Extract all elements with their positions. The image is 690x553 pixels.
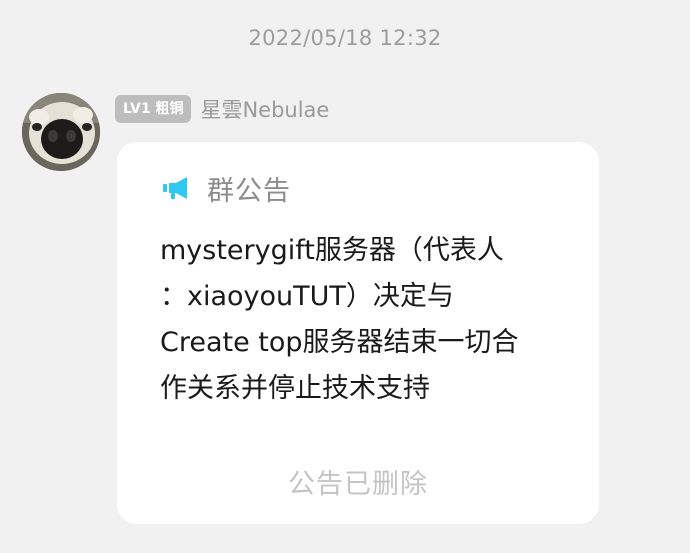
alpaca-avatar-image: [22, 93, 100, 171]
sender-name[interactable]: 星雲Nebulae: [200, 94, 329, 124]
announcement-title: 群公告: [207, 175, 291, 207]
level-badge: LV1 粗铜: [115, 95, 192, 123]
announcement-status: 公告已删除: [288, 469, 428, 500]
megaphone-icon: [163, 177, 187, 199]
sender-row: LV1 粗铜 星雲Nebulae: [115, 94, 329, 124]
announcement-body: mysterygift服务器（代表人 ：xiaoyouTUT）决定与 Creat…: [160, 235, 519, 404]
announcement-header: 群公告: [163, 168, 291, 208]
avatar[interactable]: [22, 93, 100, 171]
chat-timestamp: 2022/05/18 12:32: [248, 26, 442, 50]
announcement-bubble[interactable]: 群公告 mysterygift服务器（代表人 ：xiaoyouTUT）决定与 C…: [117, 142, 599, 524]
